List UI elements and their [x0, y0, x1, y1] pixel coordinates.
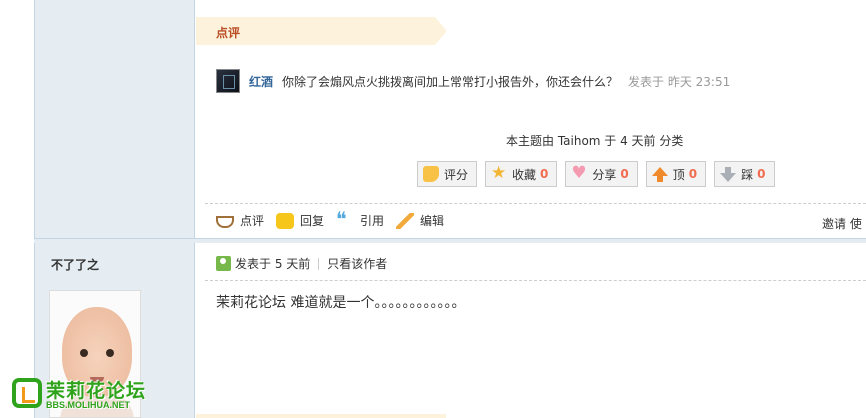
logo-name-en: BBS.MOLIHUA.NET [46, 400, 130, 410]
site-watermark-logo: 茉莉花论坛 BBS.MOLIHUA.NET [12, 376, 162, 416]
quote-icon [336, 207, 354, 231]
edit-link-label: 编辑 [420, 214, 445, 228]
thread-category-info: 本主题由 Taihom 于 4 天前 分类 [506, 134, 684, 148]
downvote-count: 0 [757, 167, 766, 181]
quote-link[interactable]: 引用 [336, 207, 385, 231]
share-count: 0 [620, 167, 629, 181]
post-time: 发表于 5 天前 [235, 257, 311, 271]
upvote-label: 顶 [672, 167, 685, 182]
comment-tab-label: 点评 [216, 26, 241, 40]
heart-icon [571, 163, 587, 183]
comment-item: 红酒 你除了会煽风点火挑拨离间加上常常打小报告外，你还会什么？ 发表于 昨天 2… [216, 68, 730, 94]
post-separator [34, 238, 866, 243]
post-meta: 发表于 5 天前 只看该作者 [216, 255, 387, 272]
comment-section-tab [196, 414, 446, 418]
divider [205, 280, 866, 281]
reply-link-label: 回复 [300, 214, 325, 228]
comment-time: 发表于 昨天 23:51 [628, 74, 731, 89]
logo-name-cn: 茉莉花论坛 [46, 380, 147, 402]
edit-link[interactable]: 编辑 [396, 212, 444, 229]
reply-link[interactable]: 回复 [276, 212, 324, 229]
invite-link[interactable]: 邀请 使 [822, 215, 862, 232]
downvote-button[interactable]: 踩 0 [714, 161, 775, 187]
post-action-buttons: 评分 收藏 0 分享 0 顶 0 踩 0 [417, 161, 775, 187]
share-label: 分享 [592, 167, 617, 182]
logo-icon [12, 378, 42, 408]
coffee-cup-icon [216, 216, 234, 228]
post-content: 茉莉花论坛 难道就是一个。。。。。。。。。。。。 [216, 295, 466, 311]
pencil-icon [396, 212, 415, 229]
share-button[interactable]: 分享 0 [565, 161, 638, 187]
speech-bubble-icon [276, 212, 295, 229]
post-footer-actions: 点评 回复 引用 编辑 [216, 207, 444, 231]
avatar-baby-eye-left [80, 349, 88, 357]
meta-separator [318, 257, 320, 270]
commenter-avatar[interactable] [216, 69, 240, 93]
arrow-up-icon [651, 166, 668, 182]
upvote-count: 0 [688, 167, 698, 181]
rate-label: 评分 [444, 167, 469, 182]
comment-link[interactable]: 点评 [216, 212, 264, 229]
star-icon [491, 163, 507, 183]
only-author-link[interactable]: 只看该作者 [327, 255, 387, 272]
downvote-label: 踩 [741, 167, 754, 182]
favorite-count: 0 [540, 167, 549, 181]
arrow-down-icon [720, 166, 737, 182]
comment-link-label: 点评 [240, 214, 265, 228]
author-online-icon [216, 256, 231, 271]
divider [205, 203, 866, 204]
favorite-label: 收藏 [512, 167, 537, 182]
avatar-baby-eye-right [106, 349, 114, 357]
comment-section-tab: 点评 [196, 17, 447, 45]
post-author-name[interactable]: 不了了之 [51, 256, 99, 273]
comment-text: 你除了会煽风点火挑拨离间加上常常打小报告外，你还会什么？ [282, 74, 619, 89]
upvote-button[interactable]: 顶 0 [645, 161, 707, 187]
thumbs-up-icon [423, 166, 439, 182]
favorite-button[interactable]: 收藏 0 [485, 161, 558, 187]
commenter-name[interactable]: 红酒 [249, 73, 273, 90]
quote-link-label: 引用 [360, 214, 385, 228]
rate-button[interactable]: 评分 [417, 161, 478, 187]
